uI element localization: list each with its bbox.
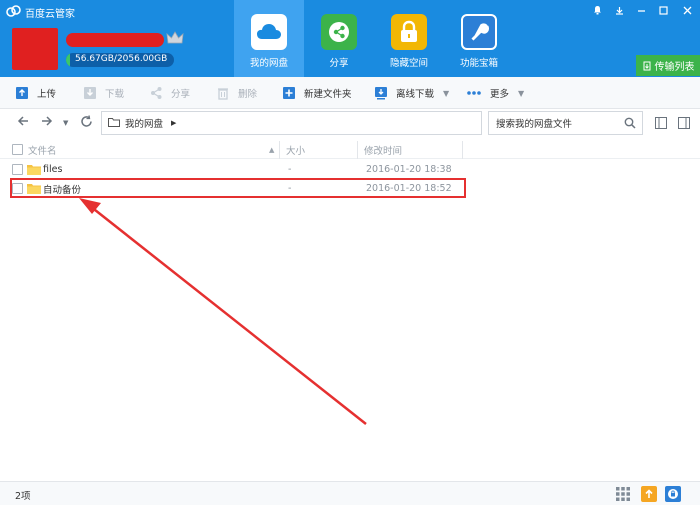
upload-status-icon[interactable] — [641, 486, 657, 502]
grid-view-icon[interactable] — [615, 486, 631, 502]
item-count: 2项 — [15, 491, 31, 502]
lock-status-icon[interactable] — [665, 486, 681, 502]
annotation-arrow — [79, 198, 367, 425]
status-bar: 2项 — [0, 481, 700, 505]
